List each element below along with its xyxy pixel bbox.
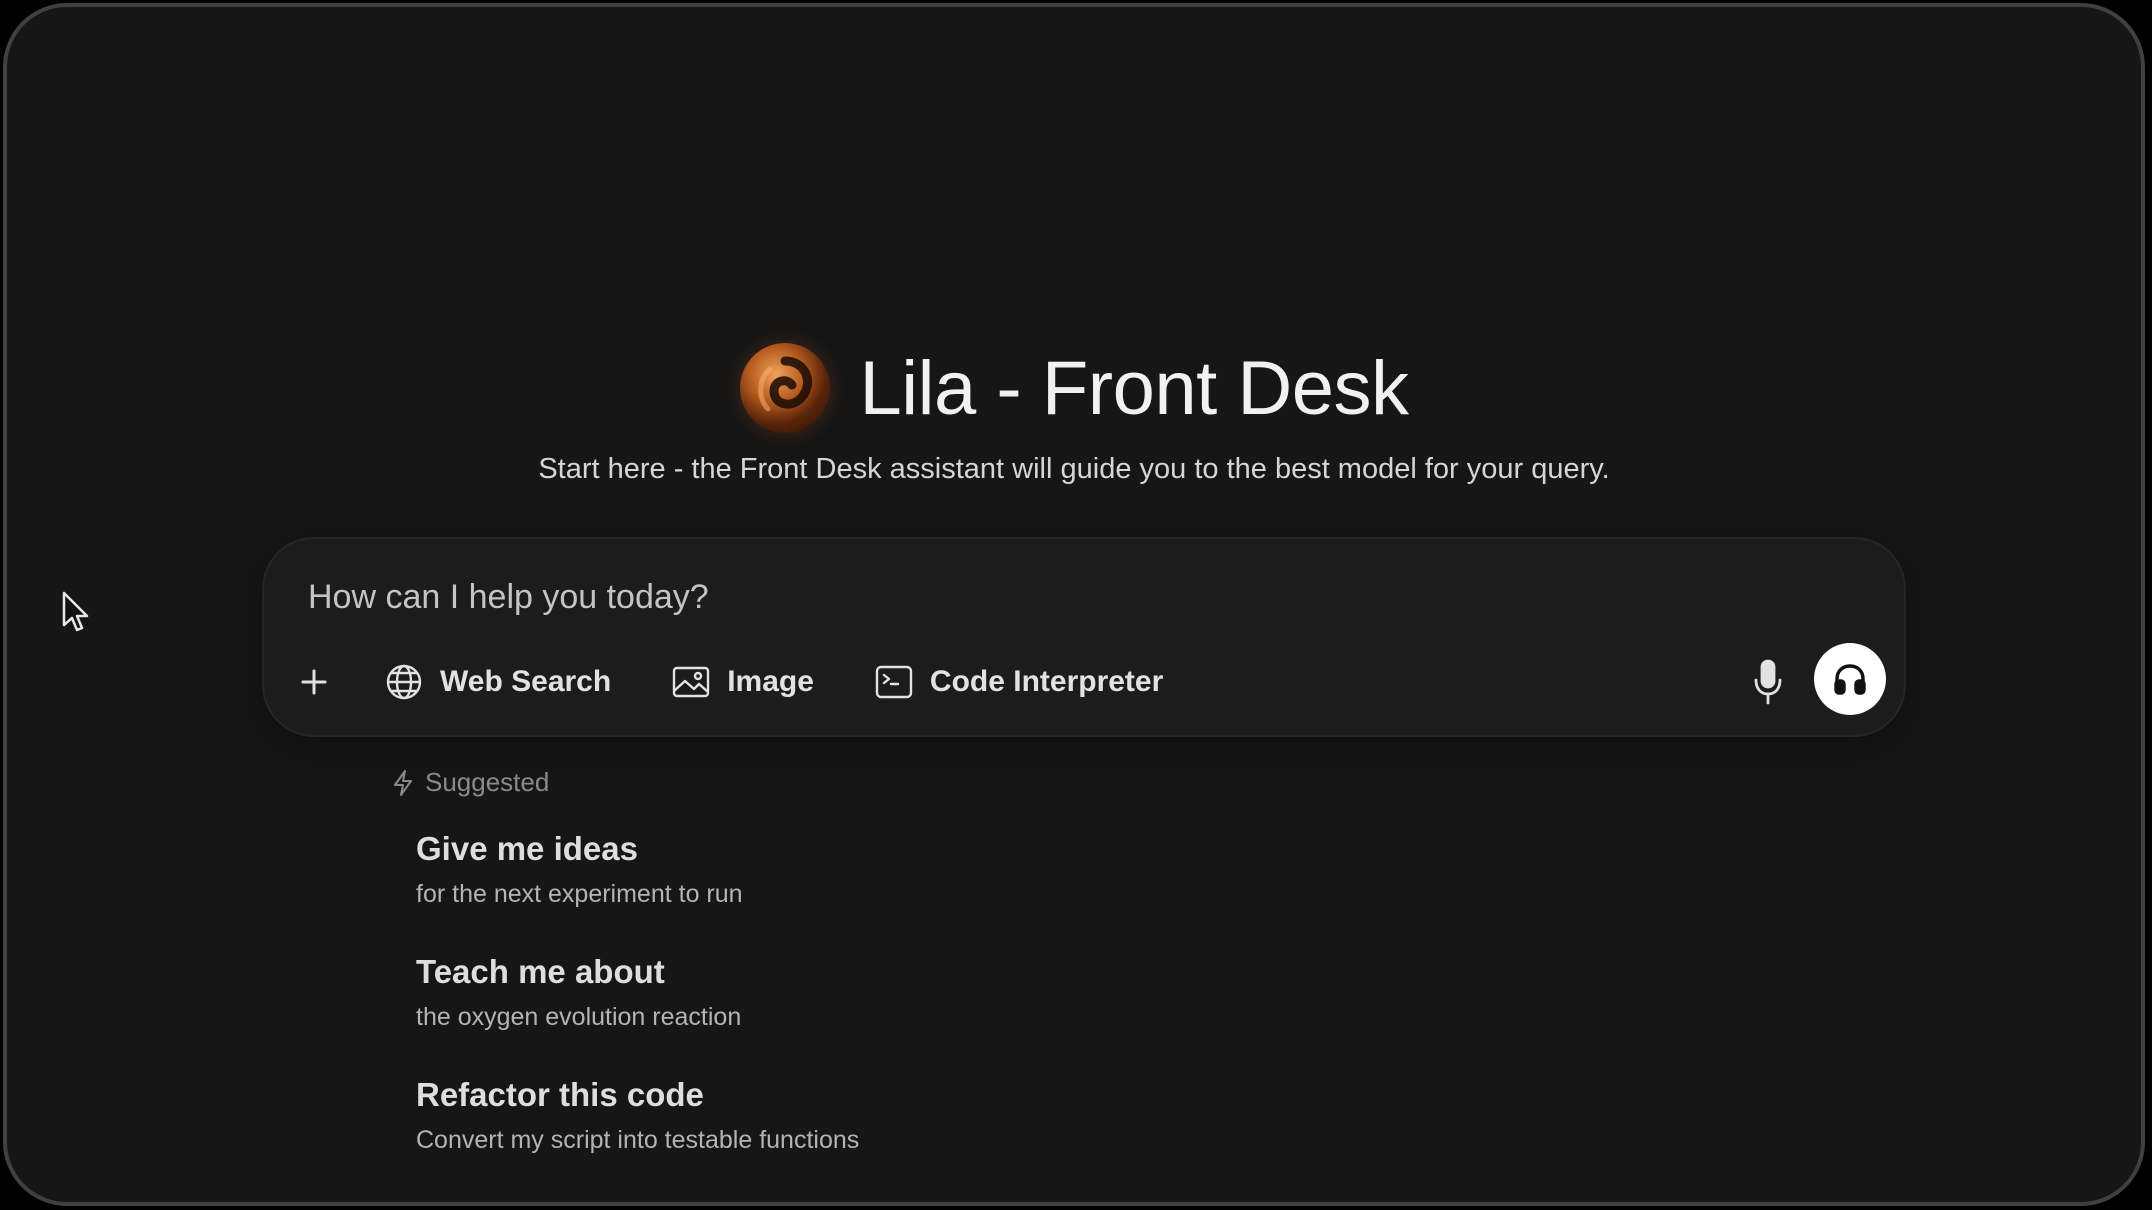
page-subtitle: Start here - the Front Desk assistant wi… [538, 453, 1610, 485]
add-attachment-button[interactable] [294, 662, 334, 702]
microphone-button[interactable] [1744, 656, 1792, 708]
page-header: Lila - Front Desk [7, 343, 2141, 433]
image-label: Image [727, 665, 814, 698]
code-interpreter-button[interactable]: Code Interpreter [874, 662, 1163, 702]
suggestion-title: Give me ideas [416, 830, 638, 867]
page-title: Lila - Front Desk [859, 345, 1410, 431]
suggested-label: Suggested [425, 767, 550, 797]
plus-icon [294, 662, 334, 702]
suggestion-refactor-code[interactable]: Refactor this code Convert my script int… [416, 1075, 859, 1155]
composer-toolbar: Web Search Image Code Interpreter [294, 652, 1223, 712]
terminal-icon [874, 662, 914, 702]
image-icon [671, 662, 711, 702]
suggested-header: Suggested [391, 767, 549, 798]
app-window: Lila - Front Desk Start here - the Front… [3, 3, 2145, 1206]
voice-mode-button[interactable] [1814, 643, 1886, 715]
code-interpreter-label: Code Interpreter [929, 665, 1164, 698]
globe-icon [384, 662, 424, 702]
suggestion-subtitle: the oxygen evolution reaction [416, 1003, 742, 1031]
suggestion-teach-me-about[interactable]: Teach me about the oxygen evolution reac… [416, 952, 741, 1032]
suggestion-give-me-ideas[interactable]: Give me ideas for the next experiment to… [416, 829, 743, 909]
suggestion-subtitle: Convert my script into testable function… [416, 1126, 860, 1154]
prompt-input[interactable] [306, 577, 1710, 618]
suggestion-subtitle: for the next experiment to run [416, 880, 743, 908]
lightning-icon [394, 769, 412, 796]
mouse-cursor-icon [62, 591, 89, 632]
suggestion-title: Teach me about [416, 953, 665, 990]
microphone-icon [1754, 659, 1782, 705]
swirl-logo-icon [739, 343, 830, 433]
web-search-button[interactable]: Web Search [384, 662, 611, 702]
web-search-label: Web Search [440, 665, 612, 698]
chat-composer: Web Search Image [262, 537, 1906, 737]
image-button[interactable]: Image [671, 662, 814, 702]
suggestion-title: Refactor this code [416, 1076, 704, 1113]
headphones-icon [1834, 664, 1866, 695]
